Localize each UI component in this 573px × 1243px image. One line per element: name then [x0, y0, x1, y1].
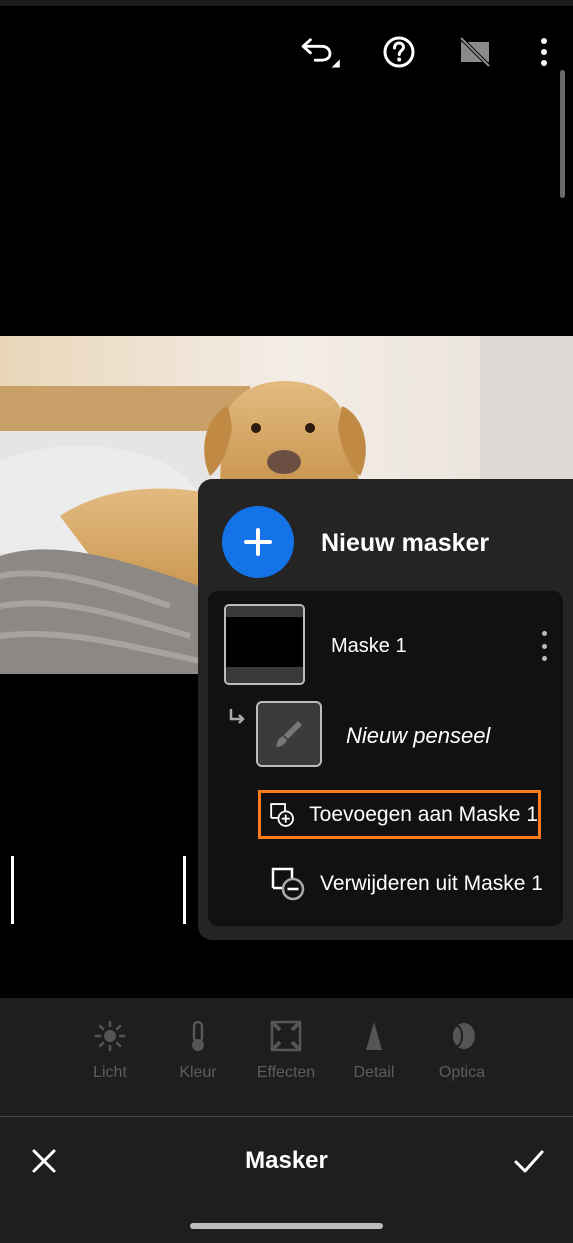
- sun-icon: [94, 1020, 126, 1052]
- new-mask-label[interactable]: Nieuw masker: [321, 529, 489, 558]
- tools-bar: Licht Kleur Effecten Detail Optica: [0, 998, 573, 1117]
- mask-options-icon[interactable]: [534, 631, 554, 661]
- home-indicator[interactable]: [190, 1223, 383, 1229]
- add-to-mask-button[interactable]: Toevoegen aan Maske 1: [258, 790, 541, 839]
- crop-guide-left: [11, 856, 14, 924]
- tool-label: Effecten: [256, 1064, 316, 1081]
- tool-kleur[interactable]: Kleur: [156, 1020, 240, 1082]
- tool-licht[interactable]: Licht: [68, 1020, 152, 1082]
- mask-panel: Nieuw masker Maske 1 Nieuw penseel Toevo…: [198, 479, 573, 940]
- more-icon[interactable]: [522, 30, 566, 74]
- before-after-icon[interactable]: [453, 30, 497, 74]
- plus-icon: [244, 528, 272, 556]
- sub-item-arrow-icon: [229, 709, 245, 724]
- undo-icon[interactable]: [299, 30, 343, 74]
- triangle-icon: [366, 1022, 382, 1050]
- add-to-mask-icon: [270, 802, 294, 827]
- tool-label: Licht: [93, 1064, 127, 1081]
- mask-list: Maske 1 Nieuw penseel Toevoegen aan Mask…: [208, 591, 563, 926]
- add-mask-button[interactable]: [222, 506, 294, 578]
- vignette-icon: [270, 1020, 302, 1052]
- mask-thumbnail[interactable]: [224, 604, 305, 685]
- lens-icon: [451, 1023, 475, 1049]
- tool-effecten[interactable]: Effecten: [244, 1020, 328, 1082]
- tool-detail[interactable]: Detail: [332, 1020, 416, 1082]
- brush-thumbnail[interactable]: [256, 701, 322, 767]
- tool-label: Optica: [438, 1064, 486, 1081]
- help-icon[interactable]: [377, 30, 421, 74]
- tool-label: Detail: [353, 1064, 395, 1081]
- remove-from-mask-button[interactable]: Verwijderen uit Maske 1: [258, 859, 548, 908]
- tool-label: Kleur: [179, 1064, 217, 1081]
- thermometer-icon: [192, 1020, 204, 1051]
- remove-from-mask-label: Verwijderen uit Maske 1: [320, 871, 543, 895]
- mask-name[interactable]: Maske 1: [331, 635, 407, 658]
- tool-optica[interactable]: Optica: [420, 1020, 504, 1082]
- status-strip: [0, 0, 573, 6]
- crop-guide-right: [183, 856, 186, 924]
- brush-name[interactable]: Nieuw penseel: [346, 723, 490, 749]
- checkmark-icon[interactable]: [512, 1145, 546, 1177]
- add-to-mask-label: Toevoegen aan Maske 1: [309, 802, 538, 826]
- page-title: Masker: [245, 1147, 328, 1174]
- remove-from-mask-icon: [271, 867, 305, 900]
- brush-icon: [276, 721, 302, 747]
- scrollbar[interactable]: [560, 70, 565, 198]
- action-bar: Masker: [0, 1117, 573, 1243]
